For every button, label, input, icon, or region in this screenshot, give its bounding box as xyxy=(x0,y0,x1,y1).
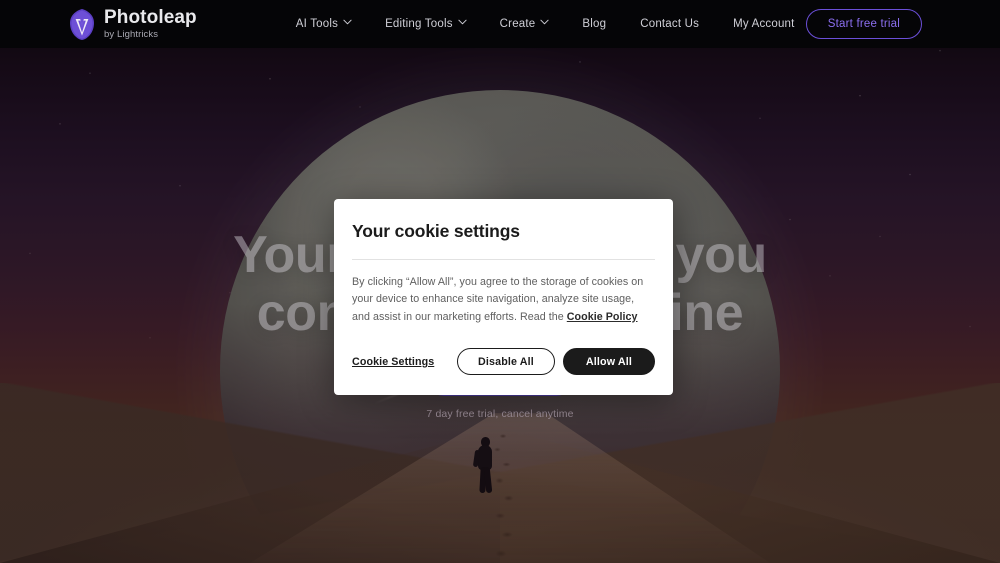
walking-person-silhouette xyxy=(472,437,496,497)
nav-item-create[interactable]: Create xyxy=(483,12,566,36)
nav-item-editing-tools[interactable]: Editing Tools xyxy=(368,12,483,36)
nav-label-create: Create xyxy=(499,18,536,30)
cookie-dialog-divider xyxy=(352,259,655,260)
nav-item-ai-tools[interactable]: AI Tools xyxy=(279,12,368,36)
cookie-dialog-body: By clicking “Allow All”, you agree to th… xyxy=(352,274,655,326)
brand-logo[interactable]: Photoleap by Lightricks xyxy=(68,8,197,41)
chevron-down-icon xyxy=(343,19,352,27)
cookie-settings-link[interactable]: Cookie Settings xyxy=(352,356,434,368)
brand-tagline: by Lightricks xyxy=(104,29,159,41)
disable-all-button[interactable]: Disable All xyxy=(457,348,555,376)
chevron-down-icon xyxy=(540,19,549,27)
cookie-policy-link[interactable]: Cookie Policy xyxy=(567,311,638,323)
cookie-dialog-actions: Cookie Settings Disable All Allow All xyxy=(352,348,655,376)
chevron-down-icon xyxy=(458,19,467,27)
nav-label-contact-us: Contact Us xyxy=(640,18,700,30)
nav-label-ai-tools: AI Tools xyxy=(295,18,339,30)
allow-all-button[interactable]: Allow All xyxy=(562,348,655,376)
nav-label-blog: Blog xyxy=(582,18,607,30)
main-navigation: AI Tools Editing Tools Create Blog Conta… xyxy=(279,12,812,36)
brand-name: Photoleap xyxy=(104,7,197,29)
cookie-dialog-title: Your cookie settings xyxy=(352,221,520,241)
page-root: Your imagination, you control the machin… xyxy=(0,0,1000,563)
nav-item-contact-us[interactable]: Contact Us xyxy=(623,12,716,36)
hero-trial-note: 7 day free trial, cancel anytime xyxy=(426,408,574,421)
photoleap-leaf-logo-icon xyxy=(68,8,96,41)
nav-label-my-account: My Account xyxy=(733,18,795,30)
nav-label-editing-tools: Editing Tools xyxy=(385,18,453,30)
cookie-consent-dialog: Your cookie settings By clicking “Allow … xyxy=(334,199,673,396)
site-header: Photoleap by Lightricks AI Tools Editing… xyxy=(0,0,1000,48)
header-start-free-trial-button[interactable]: Start free trial xyxy=(805,9,922,39)
nav-item-blog[interactable]: Blog xyxy=(565,12,623,36)
nav-item-my-account[interactable]: My Account xyxy=(716,12,811,36)
